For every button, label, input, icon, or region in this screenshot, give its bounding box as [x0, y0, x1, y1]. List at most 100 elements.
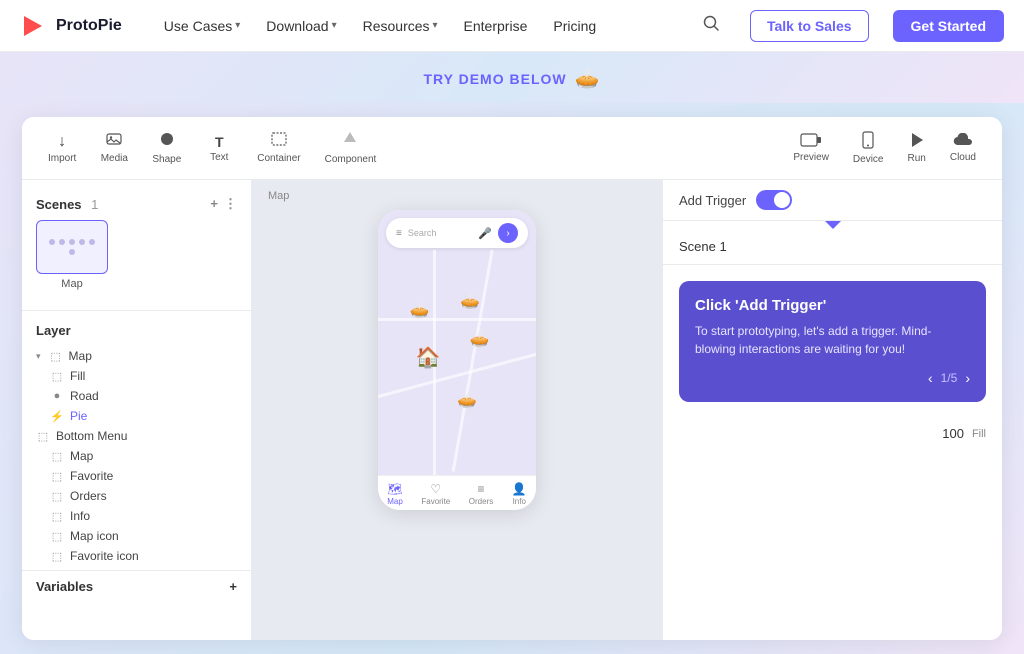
- tooltip-pointer: [825, 221, 841, 229]
- phone-nav-favorite[interactable]: ♡ Favorite: [421, 482, 450, 506]
- tooltip-page: 1/5: [941, 371, 958, 385]
- layer-item-map[interactable]: ▾ ⬚ Map: [22, 346, 251, 366]
- tooltip-title: Click 'Add Trigger': [695, 297, 970, 314]
- layer-item-bottom-menu[interactable]: ⬚ Bottom Menu: [22, 426, 251, 446]
- scene-name: Map: [36, 278, 108, 290]
- layer-item-fill[interactable]: ⬚ Fill: [22, 366, 251, 386]
- circle-icon: ●: [50, 390, 64, 402]
- tool-container[interactable]: Container: [247, 126, 310, 170]
- fill-number: 100: [942, 426, 964, 441]
- phone-nav-orders[interactable]: ≡ Orders: [469, 482, 493, 506]
- search-placeholder: Search: [408, 228, 472, 238]
- tooltip-prev-button[interactable]: ‹: [928, 370, 933, 386]
- cloud-icon: [953, 133, 973, 150]
- tooltip-body: To start prototyping, let's add a trigge…: [695, 322, 970, 358]
- protopie-logo-icon: [20, 12, 48, 40]
- tooltip-footer: ‹ 1/5 ›: [695, 370, 970, 386]
- trigger-bar-wrapper: Add Trigger: [663, 180, 1002, 229]
- chevron-down-icon: ▾: [433, 20, 438, 31]
- tool-cloud[interactable]: Cloud: [940, 127, 986, 169]
- tool-text[interactable]: T Text: [195, 128, 243, 169]
- search-button[interactable]: ›: [498, 223, 518, 243]
- layer-item-pie[interactable]: ⚡ Pie: [22, 406, 251, 426]
- hamburger-icon: ≡: [396, 228, 402, 239]
- chevron-down-icon: ▾: [235, 20, 240, 31]
- logo[interactable]: ProtoPie: [20, 12, 122, 40]
- phone-search-bar: ≡ Search 🎤 ›: [386, 218, 528, 248]
- right-panel: Add Trigger Scene 1 Click 'Add Trigger' …: [662, 180, 1002, 640]
- nav-item-use-cases[interactable]: Use Cases ▾: [154, 12, 251, 40]
- frame-icon: ⬚: [50, 450, 64, 463]
- layer-item-road[interactable]: ● Road: [22, 386, 251, 406]
- search-icon[interactable]: [696, 8, 726, 43]
- tooltip-next-button[interactable]: ›: [965, 370, 970, 386]
- canvas-label: Map: [268, 190, 289, 202]
- text-icon: T: [215, 134, 224, 150]
- frame-icon: ⬚: [49, 350, 63, 363]
- run-icon: [910, 132, 924, 151]
- tool-component[interactable]: Component: [315, 125, 387, 171]
- layer-item-map-icon[interactable]: ⬚ Map icon: [22, 526, 251, 546]
- nav-item-download[interactable]: Download ▾: [256, 12, 346, 40]
- orders-icon: ≡: [478, 482, 485, 496]
- toggle-knob: [774, 192, 790, 208]
- layer-item-info[interactable]: ⬚ Info: [22, 506, 251, 526]
- layer-item-orders[interactable]: ⬚ Orders: [22, 486, 251, 506]
- preview-icon: [800, 133, 822, 150]
- frame-icon: ⬚: [50, 470, 64, 483]
- map-grid: 🥧 🥧 🏠 🥧 🥧: [378, 250, 536, 475]
- divider: [22, 310, 251, 311]
- sidebar: Scenes 1 + ⋮: [22, 180, 252, 640]
- frame-icon: ⬚: [50, 370, 64, 383]
- tool-shape[interactable]: Shape: [142, 125, 191, 171]
- frame-icon: ⬚: [50, 510, 64, 523]
- variables-header: Variables +: [22, 570, 251, 598]
- nav-items: Use Cases ▾ Download ▾ Resources ▾ Enter…: [154, 12, 606, 40]
- tool-media[interactable]: Media: [90, 126, 138, 170]
- lightning-icon: ⚡: [50, 410, 64, 423]
- container-icon: [271, 132, 287, 151]
- add-scene-icon[interactable]: +: [210, 196, 218, 212]
- add-variable-icon[interactable]: +: [229, 579, 237, 594]
- scene-thumb-image: [36, 220, 108, 274]
- map-pin-1: 🥧: [410, 300, 430, 320]
- toolbar-right: Preview Device Run: [783, 125, 986, 171]
- nav-item-resources[interactable]: Resources ▾: [353, 12, 448, 40]
- import-icon: ↓: [58, 133, 66, 151]
- scene-view-icon[interactable]: ⋮: [224, 196, 237, 212]
- trigger-toggle[interactable]: [756, 190, 792, 210]
- toolbar: ↓ Import Media Shape T Text: [22, 117, 1002, 180]
- heart-icon: ♡: [430, 482, 441, 496]
- tool-run[interactable]: Run: [898, 126, 936, 170]
- tool-preview[interactable]: Preview: [783, 127, 839, 169]
- talk-to-sales-button[interactable]: Talk to Sales: [750, 10, 869, 42]
- scene-thumb[interactable]: Map: [36, 220, 108, 290]
- map-pin-main: 🏠: [416, 345, 441, 370]
- phone-nav-info[interactable]: 👤 Info: [512, 482, 527, 506]
- frame-icon: ⬚: [50, 550, 64, 563]
- tool-import[interactable]: ↓ Import: [38, 127, 86, 170]
- chevron-down-icon: ▾: [36, 351, 41, 362]
- app-window: ↓ Import Media Shape T Text: [22, 117, 1002, 640]
- tool-device[interactable]: Device: [843, 125, 894, 171]
- hero-emoji: 🥧: [575, 66, 601, 91]
- scenes-label: Scenes 1: [36, 197, 98, 212]
- phone-nav-map[interactable]: 🗺 Map: [387, 482, 403, 506]
- layer-item-map2[interactable]: ⬚ Map: [22, 446, 251, 466]
- main-content: Scenes 1 + ⋮: [22, 180, 1002, 640]
- add-trigger-button[interactable]: Add Trigger: [679, 193, 746, 208]
- app-container: ↓ Import Media Shape T Text: [0, 103, 1024, 654]
- layer-item-favorite-icon[interactable]: ⬚ Favorite icon: [22, 546, 251, 566]
- nav-item-enterprise[interactable]: Enterprise: [454, 12, 538, 40]
- component-icon: [343, 131, 357, 152]
- frame-icon: ⬚: [36, 430, 50, 443]
- nav-item-pricing[interactable]: Pricing: [543, 12, 606, 40]
- chevron-down-icon: ▾: [332, 20, 337, 31]
- get-started-button[interactable]: Get Started: [893, 10, 1004, 42]
- hero-text: TRY DEMO BELOW: [423, 71, 566, 87]
- layer-item-favorite[interactable]: ⬚ Favorite: [22, 466, 251, 486]
- scenes-section-header: Scenes 1 + ⋮: [22, 192, 251, 220]
- layer-header: Layer: [22, 319, 251, 346]
- navbar: ProtoPie Use Cases ▾ Download ▾ Resource…: [0, 0, 1024, 52]
- tooltip-nav: ‹ 1/5 ›: [928, 370, 970, 386]
